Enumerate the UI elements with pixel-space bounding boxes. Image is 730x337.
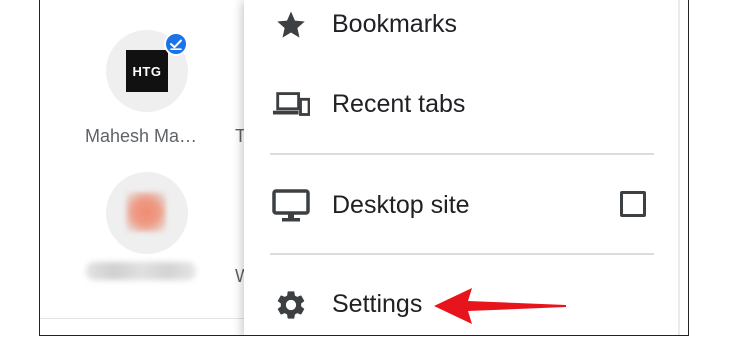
red-arrow-pointing-left — [432, 284, 568, 328]
desktop-site-checkbox[interactable] — [620, 191, 646, 217]
menu-item-bookmarks[interactable]: Bookmarks — [244, 0, 688, 54]
htg-logo: HTG — [126, 50, 168, 92]
verified-check-badge-icon — [164, 32, 188, 56]
shortcut-tile-blurred[interactable] — [106, 172, 188, 254]
menu-item-label: Settings — [332, 290, 423, 318]
blurred-favicon — [126, 192, 166, 232]
menu-item-label: Desktop site — [332, 191, 470, 219]
star-icon — [272, 6, 310, 44]
menu-divider — [270, 253, 654, 255]
shortcut-label-mahesh: Mahesh Ma… — [85, 126, 198, 146]
browser-viewport: HTG Mahesh Ma… T W Bookmarks — [39, 0, 689, 336]
gear-icon — [272, 286, 310, 324]
shortcut-label-blurred — [86, 262, 196, 280]
menu-item-label: Recent tabs — [332, 90, 466, 118]
menu-item-label: Bookmarks — [332, 10, 458, 38]
shortcut-tile-htg[interactable]: HTG — [106, 30, 188, 112]
menu-divider — [270, 153, 654, 155]
menu-item-desktop-site[interactable]: Desktop site — [244, 175, 688, 235]
monitor-icon — [272, 187, 310, 225]
menu-item-recent-tabs[interactable]: Recent tabs — [244, 74, 688, 134]
devices-icon — [272, 86, 310, 124]
